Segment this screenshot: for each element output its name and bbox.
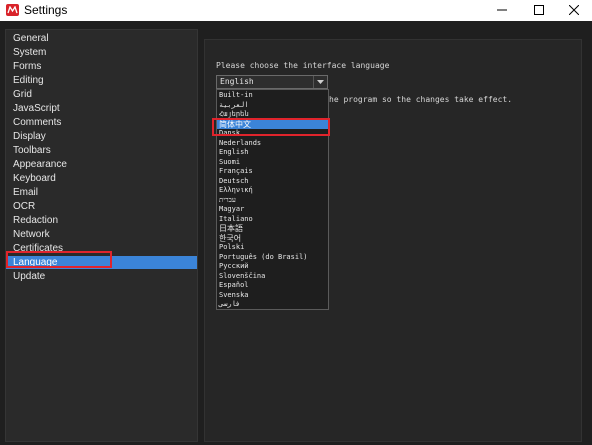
language-option[interactable]: 日本語 bbox=[217, 224, 328, 233]
language-dropdown-list: Built-in العربية Հայերեն 简体中文 Dansk Nederland… bbox=[216, 89, 329, 310]
title-bar: Settings bbox=[0, 0, 592, 21]
language-option[interactable]: Polski bbox=[217, 243, 328, 252]
language-option[interactable]: Dansk bbox=[217, 129, 328, 138]
sidebar-item-update[interactable]: Update bbox=[6, 270, 197, 283]
language-option[interactable]: Magyar bbox=[217, 205, 328, 214]
sidebar-item-comments[interactable]: Comments bbox=[6, 116, 197, 129]
sidebar-item-system[interactable]: System bbox=[6, 46, 197, 59]
language-option[interactable]: Suomi bbox=[217, 158, 328, 167]
language-option[interactable]: 한국어 bbox=[217, 234, 328, 243]
language-select-value: English bbox=[220, 77, 254, 86]
language-option[interactable]: עברית bbox=[217, 196, 328, 205]
language-option[interactable]: Русский bbox=[217, 262, 328, 271]
sidebar-item-network[interactable]: Network bbox=[6, 228, 197, 241]
language-option[interactable]: Italiano bbox=[217, 215, 328, 224]
language-option[interactable]: Built-in bbox=[217, 91, 328, 100]
sidebar-item-grid[interactable]: Grid bbox=[6, 88, 197, 101]
language-option[interactable]: Español bbox=[217, 281, 328, 290]
sidebar-item-display[interactable]: Display bbox=[6, 130, 197, 143]
window-title: Settings bbox=[24, 3, 68, 17]
dropdown-arrow[interactable] bbox=[313, 76, 327, 88]
sidebar-item-email[interactable]: Email bbox=[6, 186, 197, 199]
sidebar-item-appearance[interactable]: Appearance bbox=[6, 158, 197, 171]
maximize-button[interactable] bbox=[521, 0, 557, 21]
settings-sidebar: General System Forms Editing Grid JavaScript C… bbox=[5, 29, 198, 442]
language-option[interactable]: 简体中文 bbox=[217, 119, 328, 129]
language-option[interactable]: Português (do Brasil) bbox=[217, 253, 328, 262]
language-option[interactable]: Slovenščina bbox=[217, 272, 328, 281]
sidebar-item-redaction[interactable]: Redaction bbox=[6, 214, 197, 227]
maximize-icon bbox=[534, 5, 544, 15]
language-option[interactable]: Ελληνική bbox=[217, 186, 328, 195]
restart-note: he program so the changes take effect. bbox=[329, 95, 513, 104]
language-option[interactable]: فارسی bbox=[217, 300, 328, 309]
sidebar-item-keyboard[interactable]: Keyboard bbox=[6, 172, 197, 185]
language-option[interactable]: English bbox=[217, 148, 328, 157]
app-logo-icon bbox=[6, 4, 19, 16]
sidebar-item-ocr[interactable]: OCR bbox=[6, 200, 197, 213]
language-option[interactable]: Deutsch bbox=[217, 177, 328, 186]
sidebar-item-language[interactable]: Language bbox=[6, 256, 197, 269]
minimize-button[interactable] bbox=[484, 0, 520, 21]
chevron-down-icon bbox=[317, 80, 324, 84]
sidebar-item-general[interactable]: General bbox=[6, 32, 197, 45]
language-prompt: Please choose the interface language bbox=[216, 61, 390, 70]
close-icon bbox=[569, 5, 579, 15]
language-select[interactable]: English bbox=[216, 75, 328, 89]
sidebar-item-toolbars[interactable]: Toolbars bbox=[6, 144, 197, 157]
language-option[interactable]: Svenska bbox=[217, 291, 328, 300]
sidebar-item-editing[interactable]: Editing bbox=[6, 74, 197, 87]
language-option[interactable]: العربية bbox=[217, 101, 328, 110]
close-button[interactable] bbox=[556, 0, 592, 21]
sidebar-item-forms[interactable]: Forms bbox=[6, 60, 197, 73]
sidebar-item-javascript[interactable]: JavaScript bbox=[6, 102, 197, 115]
language-option[interactable]: Nederlands bbox=[217, 139, 328, 148]
minimize-icon bbox=[497, 9, 507, 11]
language-option[interactable]: Français bbox=[217, 167, 328, 176]
language-option[interactable]: Հայերեն bbox=[217, 110, 328, 119]
sidebar-item-certificates[interactable]: Certificates bbox=[6, 242, 197, 255]
